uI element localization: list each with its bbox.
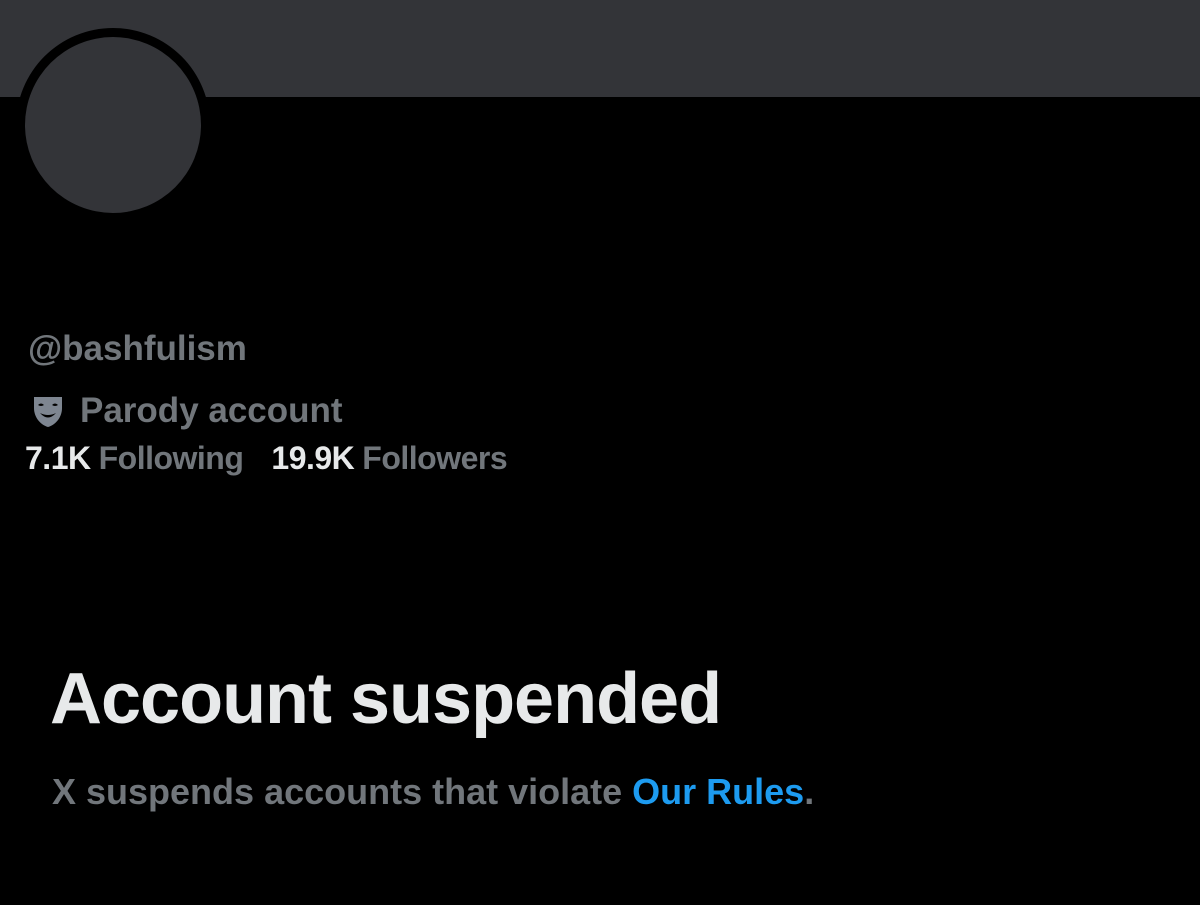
avatar — [25, 37, 201, 213]
suspension-message-text: X suspends accounts that violate — [52, 771, 633, 812]
our-rules-link[interactable]: Our Rules — [632, 771, 804, 812]
parody-account-label: Parody account — [80, 391, 343, 430]
suspension-title: Account suspended — [50, 659, 722, 739]
followers-count: 19.9K — [271, 439, 355, 476]
suspension-message-period: . — [804, 771, 815, 812]
parody-label-row: Parody account — [30, 388, 343, 434]
suspension-message: X suspends accounts that violate Our Rul… — [52, 768, 814, 816]
theater-mask-icon — [30, 393, 66, 429]
followers-stat[interactable]: 19.9K Followers — [271, 440, 507, 477]
profile-handle: @bashfulism — [28, 329, 247, 368]
followers-label: Followers — [362, 439, 508, 476]
follow-stats: 7.1K Following 19.9K Followers — [25, 436, 508, 480]
following-stat[interactable]: 7.1K Following — [25, 439, 244, 477]
suspended-profile-page: @bashfulism Parody account 7.1K Followin… — [0, 0, 1200, 905]
following-label: Following — [98, 439, 244, 476]
following-count: 7.1K — [25, 439, 91, 476]
